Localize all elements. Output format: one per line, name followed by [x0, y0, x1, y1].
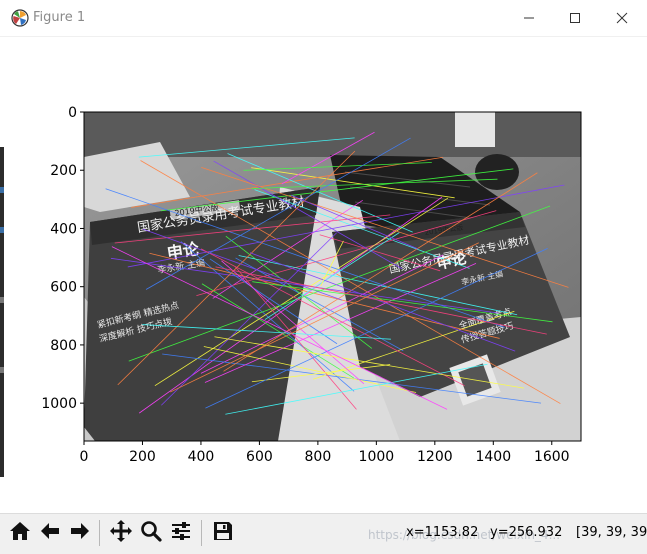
- pixel-value-readout: [39, 39, 39]: [576, 525, 647, 540]
- configure-subplots-icon: [169, 519, 193, 547]
- save-button[interactable]: [209, 519, 237, 547]
- y-coordinate-readout: y=256.932: [490, 525, 563, 540]
- save-icon: [211, 519, 235, 547]
- home-icon: [8, 519, 32, 547]
- x-tick-label: 1000: [359, 449, 395, 465]
- window-titlebar: Figure 1: [0, 0, 647, 37]
- y-tick-label: 800: [50, 338, 77, 354]
- zoom-button[interactable]: [137, 519, 165, 547]
- matplotlib-icon: [11, 9, 29, 27]
- x-tick-label: 1400: [475, 449, 511, 465]
- back-arrow-icon: [38, 519, 62, 547]
- back-button[interactable]: [36, 519, 64, 547]
- minimize-button[interactable]: [506, 0, 552, 36]
- x-tick-label: 400: [188, 449, 215, 465]
- pan-button[interactable]: [107, 519, 135, 547]
- y-tick-label: 1000: [41, 396, 77, 412]
- x-tick-label: 1200: [417, 449, 453, 465]
- x-coordinate-readout: x=1153.82: [406, 525, 479, 540]
- y-tick-label: 0: [68, 105, 77, 121]
- y-tick-label: 200: [50, 163, 77, 179]
- y-axis: 0 200 400 600 800 1000: [41, 105, 84, 412]
- pan-icon: [109, 519, 133, 547]
- photo-image: [84, 112, 581, 441]
- plot-area[interactable]: 国家公务员录用考试专业教材 申论 李永新 主编 2019中公版 紧扣新考纲 精选…: [0, 37, 647, 513]
- configure-subplots-button[interactable]: [167, 519, 195, 547]
- x-tick-label: 600: [246, 449, 273, 465]
- x-tick-label: 0: [80, 449, 89, 465]
- y-tick-label: 400: [50, 221, 77, 237]
- minimize-icon: [523, 12, 535, 24]
- navigation-toolbar: https://blog.csdn.net/weixin_4... x=1153…: [0, 513, 647, 554]
- close-button[interactable]: [599, 0, 645, 36]
- toolbar-separator: [99, 520, 100, 546]
- forward-arrow-icon: [68, 519, 92, 547]
- x-axis: 0 200 400 600 800 1000 1200 1400 1600: [80, 441, 570, 465]
- x-tick-label: 800: [305, 449, 332, 465]
- maximize-icon: [569, 12, 581, 24]
- x-tick-label: 200: [129, 449, 156, 465]
- figure-canvas[interactable]: 国家公务员录用考试专业教材 申论 李永新 主编 2019中公版 紧扣新考纲 精选…: [0, 37, 647, 513]
- x-tick-label: 1600: [534, 449, 570, 465]
- close-icon: [616, 12, 628, 24]
- home-button[interactable]: [6, 519, 34, 547]
- maximize-button[interactable]: [552, 0, 598, 36]
- y-tick-label: 600: [50, 280, 77, 296]
- zoom-icon: [139, 519, 163, 547]
- forward-button[interactable]: [66, 519, 94, 547]
- toolbar-separator: [201, 520, 202, 546]
- window-title: Figure 1: [33, 10, 86, 25]
